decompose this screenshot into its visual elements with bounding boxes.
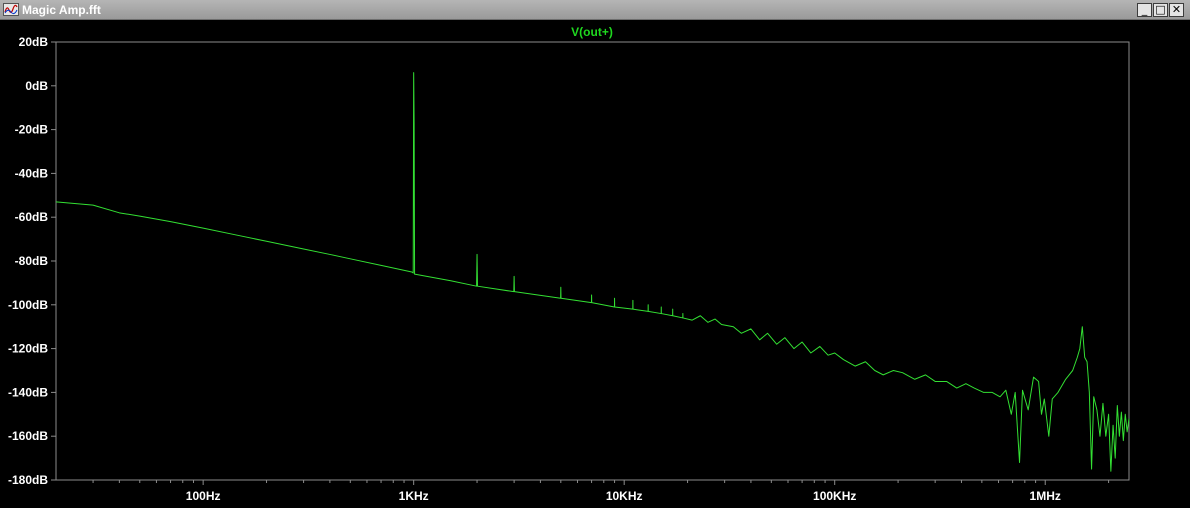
y-tick-label: -140dB [8,385,48,399]
series-label[interactable]: V(out+) [571,25,613,39]
y-tick-label: 0dB [25,79,48,93]
minimize-button[interactable]: _ [1137,3,1152,17]
series-line [55,72,1130,472]
y-tick-label: -20dB [15,123,49,137]
x-tick-label: 100Hz [186,489,221,503]
window-titlebar[interactable]: Magic Amp.fft _ □ ✕ [0,0,1190,20]
y-tick-label: -180dB [8,473,48,487]
x-tick-label: 10KHz [606,489,643,503]
x-tick-label: 1KHz [399,489,429,503]
y-tick-label: 20dB [19,35,49,49]
y-tick-label: -100dB [8,298,48,312]
y-tick-label: -60dB [15,210,49,224]
close-button[interactable]: ✕ [1169,3,1184,17]
fft-plot[interactable]: 20dB 0dB -20dB -40dB -60dB -80dB -100dB -120dB -… [0,21,1190,508]
x-tick-label: 100KHz [813,489,856,503]
y-tick-label: -160dB [8,429,48,443]
window-title: Magic Amp.fft [22,3,101,17]
traces [55,72,1130,472]
plot-frame [55,41,1130,481]
y-tick-label: -120dB [8,342,48,356]
waveform-app-icon [3,3,19,16]
y-tick-label: -40dB [15,166,49,180]
y-tick-label: -80dB [15,254,49,268]
y-axis: 20dB 0dB -20dB -40dB -60dB -80dB -100dB -120dB -… [8,35,56,487]
x-tick-label: 1MHz [1030,489,1061,503]
x-axis: 100Hz 1KHz 10KHz 100KHz 1MHz [92,480,1110,503]
maximize-button[interactable]: □ [1153,3,1168,17]
